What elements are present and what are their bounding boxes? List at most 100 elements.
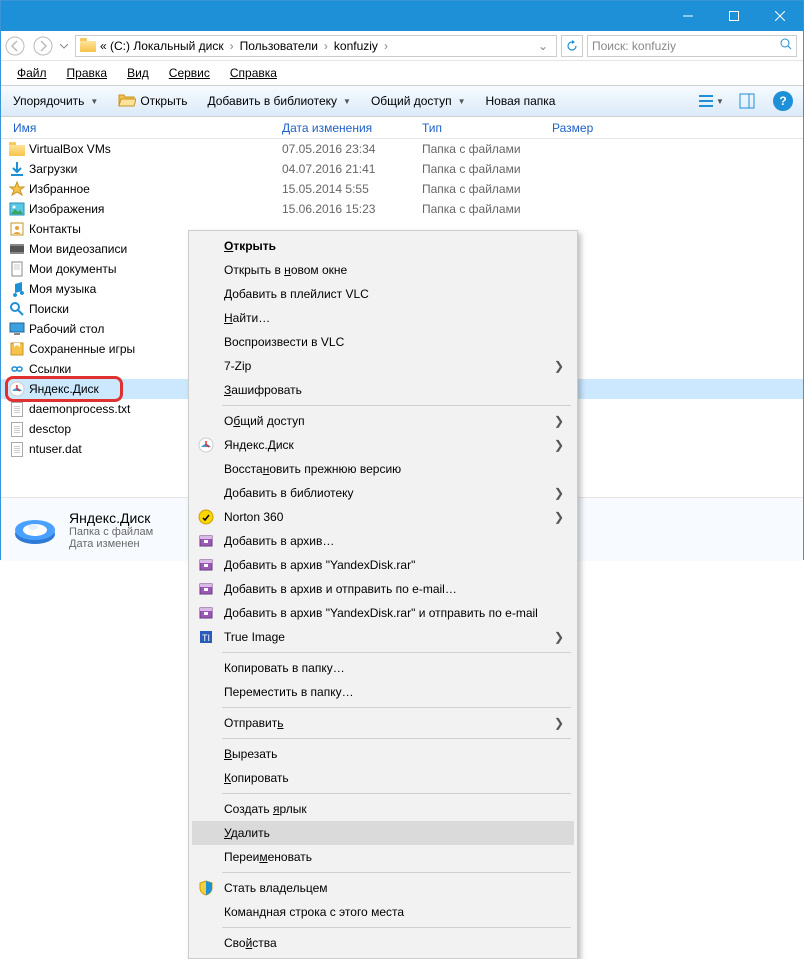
col-header-date[interactable]: Дата изменения bbox=[276, 121, 416, 135]
menu-view[interactable]: Вид bbox=[117, 64, 159, 82]
breadcrumb-box[interactable]: « (C:) Локальный диск › Пользователи › k… bbox=[75, 35, 557, 57]
add-to-library-button[interactable]: Добавить в библиотеку▼ bbox=[201, 92, 356, 110]
chevron-right-icon: › bbox=[228, 39, 236, 53]
ydisk-icon bbox=[7, 381, 27, 397]
organize-button[interactable]: Упорядочить▼ bbox=[7, 92, 104, 110]
new-folder-button[interactable]: Новая папка bbox=[479, 92, 561, 110]
context-item[interactable]: Добавить в архив "YandexDisk.rar" bbox=[192, 553, 574, 577]
context-item[interactable]: Norton 360❯ bbox=[192, 505, 574, 529]
menu-tools[interactable]: Сервис bbox=[159, 64, 220, 82]
col-header-size[interactable]: Размер bbox=[546, 121, 626, 135]
context-item[interactable]: Воспроизвести в VLC bbox=[192, 330, 574, 354]
context-item[interactable]: Зашифровать bbox=[192, 378, 574, 402]
col-header-name[interactable]: Имя bbox=[7, 121, 276, 135]
context-item[interactable]: Общий доступ❯ bbox=[192, 409, 574, 433]
context-item-label: Восстановить прежнюю версию bbox=[224, 462, 401, 476]
context-item[interactable]: 7-Zip❯ bbox=[192, 354, 574, 378]
context-item[interactable]: TITrue Image❯ bbox=[192, 625, 574, 649]
rar-icon bbox=[198, 605, 214, 621]
menu-edit[interactable]: Правка bbox=[57, 64, 118, 82]
context-item[interactable]: Добавить в библиотеку ❯ bbox=[192, 481, 574, 505]
close-button[interactable] bbox=[757, 1, 803, 31]
context-item[interactable]: Вырезать bbox=[192, 742, 574, 766]
file-row[interactable]: Загрузки04.07.2016 21:41Папка с файлами bbox=[1, 159, 803, 179]
file-name: Загрузки bbox=[27, 162, 276, 176]
search-placeholder: Поиск: konfuziy bbox=[592, 39, 676, 53]
back-button[interactable] bbox=[1, 32, 29, 60]
context-item[interactable]: Переместить в папку… bbox=[192, 680, 574, 704]
submenu-arrow-icon: ❯ bbox=[554, 486, 564, 500]
context-item[interactable]: Открыть в новом окне bbox=[192, 258, 574, 282]
context-item[interactable]: Переименовать bbox=[192, 845, 574, 869]
maximize-button[interactable] bbox=[711, 1, 757, 31]
context-item-label: Создать ярлык bbox=[224, 802, 307, 816]
context-item-label: Добавить в библиотеку bbox=[224, 486, 354, 500]
context-item-label: Свойства bbox=[224, 936, 277, 950]
file-date: 04.07.2016 21:41 bbox=[276, 162, 416, 176]
menu-file[interactable]: Файл bbox=[7, 64, 57, 82]
folder-open-icon bbox=[118, 92, 136, 111]
context-item-label: Добавить в архив… bbox=[224, 534, 334, 548]
address-dropdown[interactable]: ⌄ bbox=[534, 39, 552, 53]
norton-icon bbox=[198, 509, 214, 525]
context-item[interactable]: Отправить❯ bbox=[192, 711, 574, 735]
context-item[interactable]: Копировать bbox=[192, 766, 574, 790]
context-item-label: Копировать bbox=[224, 771, 289, 785]
file-name: Изображения bbox=[27, 202, 276, 216]
nav-history-dropdown[interactable] bbox=[57, 32, 71, 60]
file-row[interactable]: VirtualBox VMs07.05.2016 23:34Папка с фа… bbox=[1, 139, 803, 159]
pic-icon bbox=[7, 201, 27, 217]
ydisk-icon bbox=[198, 437, 214, 453]
context-item[interactable]: Найти… bbox=[192, 306, 574, 330]
forward-button[interactable] bbox=[29, 32, 57, 60]
context-item[interactable]: Копировать в папку… bbox=[192, 656, 574, 680]
video-icon bbox=[7, 241, 27, 257]
file-type: Папка с файлами bbox=[416, 142, 546, 156]
file-name: VirtualBox VMs bbox=[27, 142, 276, 156]
menu-help[interactable]: Справка bbox=[220, 64, 287, 82]
file-row[interactable]: Изображения15.06.2016 15:23Папка с файла… bbox=[1, 199, 803, 219]
minimize-button[interactable] bbox=[665, 1, 711, 31]
refresh-button[interactable] bbox=[561, 35, 583, 57]
folder-icon bbox=[80, 38, 96, 54]
file-row[interactable]: Избранное15.05.2014 5:55Папка с файлами bbox=[1, 179, 803, 199]
context-separator bbox=[222, 707, 571, 708]
context-item-label: Зашифровать bbox=[224, 383, 302, 397]
help-button[interactable]: ? bbox=[769, 89, 797, 113]
chevron-right-icon: › bbox=[322, 39, 330, 53]
breadcrumb-part-1[interactable]: konfuziy bbox=[330, 39, 382, 53]
context-item[interactable]: Добавить в архив… bbox=[192, 529, 574, 553]
context-item[interactable]: Свойства bbox=[192, 931, 574, 955]
context-item-label: Добавить в архив "YandexDisk.rar" bbox=[224, 558, 415, 572]
columns-header: Имя Дата изменения Тип Размер bbox=[1, 117, 803, 139]
context-item[interactable]: Удалить bbox=[192, 821, 574, 845]
breadcrumb-root[interactable]: « (C:) Локальный диск bbox=[96, 39, 228, 53]
file-icon bbox=[7, 402, 27, 417]
context-item[interactable]: Добавить в архив "YandexDisk.rar" и отпр… bbox=[192, 601, 574, 625]
context-item[interactable]: Открыть bbox=[192, 234, 574, 258]
context-separator bbox=[222, 405, 571, 406]
col-header-type[interactable]: Тип bbox=[416, 121, 546, 135]
context-item[interactable]: Яндекс.Диск❯ bbox=[192, 433, 574, 457]
context-item[interactable]: Добавить в плейлист VLC bbox=[192, 282, 574, 306]
file-date: 15.05.2014 5:55 bbox=[276, 182, 416, 196]
file-type: Папка с файлами bbox=[416, 202, 546, 216]
context-item-label: Открыть bbox=[224, 239, 276, 253]
breadcrumb-part-0[interactable]: Пользователи bbox=[236, 39, 322, 53]
open-button[interactable]: Открыть bbox=[112, 90, 193, 113]
context-item[interactable]: Восстановить прежнюю версию bbox=[192, 457, 574, 481]
context-item-label: Добавить в плейлист VLC bbox=[224, 287, 369, 301]
context-item[interactable]: Командная строка с этого места bbox=[192, 900, 574, 924]
share-button[interactable]: Общий доступ▼ bbox=[365, 92, 472, 110]
context-item[interactable]: Стать владельцем bbox=[192, 876, 574, 900]
search-input[interactable]: Поиск: konfuziy bbox=[587, 35, 797, 57]
context-item-label: Вырезать bbox=[224, 747, 277, 761]
context-item[interactable]: Добавить в архив и отправить по e-mail… bbox=[192, 577, 574, 601]
preview-pane-button[interactable] bbox=[733, 89, 761, 113]
view-mode-button[interactable]: ▼ bbox=[697, 89, 725, 113]
command-bar: Упорядочить▼ Открыть Добавить в библиоте… bbox=[1, 85, 803, 117]
ti-icon: TI bbox=[198, 629, 214, 645]
context-item[interactable]: Создать ярлык bbox=[192, 797, 574, 821]
context-item-label: Копировать в папку… bbox=[224, 661, 345, 675]
context-separator bbox=[222, 652, 571, 653]
